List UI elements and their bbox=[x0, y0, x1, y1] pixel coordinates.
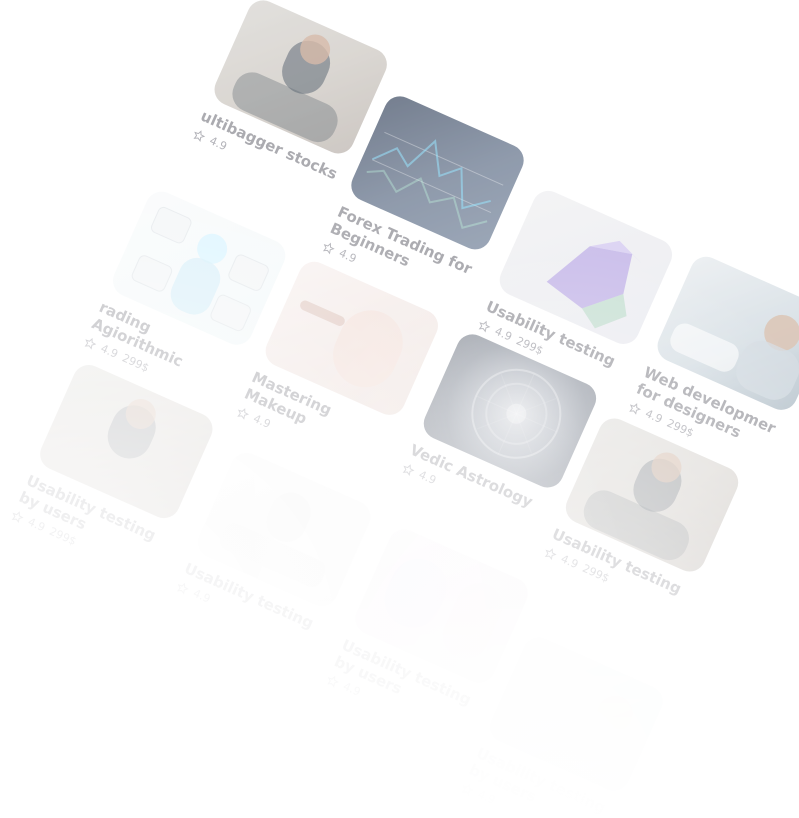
star-icon bbox=[325, 673, 341, 689]
course-rating: 4.9 bbox=[251, 411, 273, 431]
course-rating: 4.9 bbox=[341, 679, 363, 699]
course-rating: 4.9 bbox=[25, 515, 48, 535]
course-rating: 4.9 bbox=[492, 324, 515, 344]
course-rating: 4.9 bbox=[643, 406, 665, 426]
course-rating: 4.9 bbox=[475, 787, 498, 807]
star-icon bbox=[82, 335, 98, 351]
course-rating: 4.9 bbox=[207, 134, 229, 154]
star-icon bbox=[175, 580, 191, 596]
star-icon bbox=[10, 508, 26, 524]
course-rating: 4.9 bbox=[98, 341, 120, 361]
star-icon bbox=[401, 461, 417, 477]
course-grid-stage: ultibagger stocks 4.9 Forex Trading for … bbox=[0, 0, 799, 818]
course-rating: 4.9 bbox=[191, 586, 213, 606]
course-rating: 4.9 bbox=[337, 246, 359, 266]
star-icon bbox=[627, 400, 643, 416]
star-icon bbox=[543, 545, 559, 561]
course-rating: 4.9 bbox=[558, 552, 581, 572]
star-icon bbox=[321, 240, 337, 256]
star-icon bbox=[460, 781, 476, 797]
course-rating: 4.9 bbox=[416, 468, 439, 488]
course-card-usability-4[interactable]: Usability testing 4.9 bbox=[175, 447, 376, 652]
star-icon bbox=[191, 127, 207, 143]
star-icon bbox=[235, 405, 251, 421]
star-icon bbox=[476, 318, 492, 334]
